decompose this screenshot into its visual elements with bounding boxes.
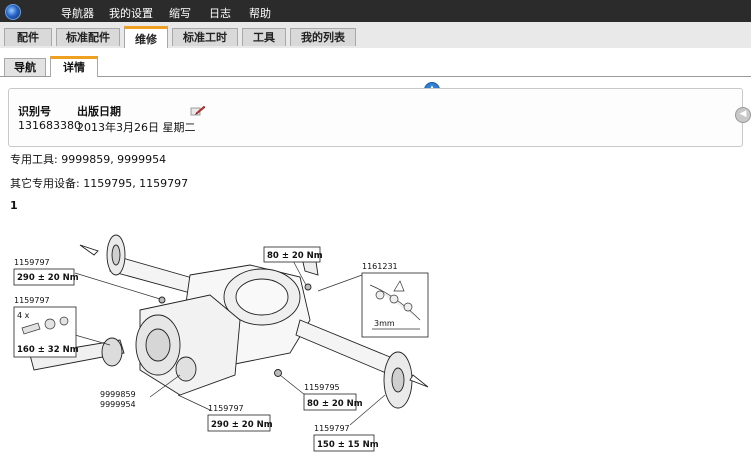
callout-3-torque: 80 — [267, 251, 279, 261]
tab-parts[interactable]: 配件 — [4, 28, 52, 46]
callout-1-torque: 290 — [17, 273, 35, 283]
callout-5-torque: 80 — [307, 399, 319, 409]
callout-4-part: 1161231 — [362, 262, 398, 271]
app-logo-icon — [5, 4, 21, 20]
tab-standard-hours[interactable]: 标准工时 — [172, 28, 238, 46]
menu-abbreviations[interactable]: 缩写 — [169, 5, 191, 21]
callout-7-torque: 150 — [317, 440, 335, 450]
callout-1-part: 1159797 — [14, 258, 50, 267]
menu-log[interactable]: 日志 — [209, 5, 231, 21]
tab-my-list[interactable]: 我的列表 — [290, 28, 356, 46]
main-tab-bar: 配件 标准配件 维修 标准工时 工具 我的列表 — [0, 22, 751, 49]
callout-2-qty: 4 x — [17, 311, 30, 320]
callout-3-tolerance: ± 20 Nm — [282, 251, 323, 261]
sub-tab-bar: 导航 详情 — [0, 48, 751, 77]
tool-2-number: 9999954 — [100, 400, 136, 409]
callout-2-part: 1159797 — [14, 296, 50, 305]
callout-7-part: 1159797 — [314, 424, 350, 433]
tab-standard-parts[interactable]: 标准配件 — [56, 28, 120, 46]
subtab-details[interactable]: 详情 — [50, 56, 98, 77]
callout-4-gap: 3mm — [374, 319, 395, 328]
callout-6-torque: 290 — [211, 420, 229, 430]
svg-text:290 ± 20 Nm: 290 ± 20 Nm — [211, 420, 273, 430]
step-number: 1 — [10, 199, 18, 212]
callout-6-tolerance: ± 20 Nm — [232, 420, 273, 430]
svg-text:80 ± 20 Nm: 80 ± 20 Nm — [307, 399, 363, 409]
axle-assembly-diagram: 1159797 290 ± 20 Nm 1159797 4 x 160 ± 32… — [13, 234, 429, 452]
other-equipment-text: 其它专用设备: 1159795, 1159797 — [10, 177, 189, 190]
svg-text:160 ± 32 Nm: 160 ± 32 Nm — [17, 345, 79, 355]
edit-pencil-icon[interactable] — [190, 104, 206, 118]
date-label: 出版日期 — [77, 105, 121, 118]
svg-text:150 ± 15 Nm: 150 ± 15 Nm — [317, 440, 379, 450]
date-value: 2013年3月26日 星期二 — [77, 121, 196, 134]
subtab-navigation[interactable]: 导航 — [4, 58, 46, 76]
tab-repair[interactable]: 维修 — [124, 26, 168, 48]
special-tools-text: 专用工具: 9999859, 9999954 — [10, 153, 167, 166]
menu-help[interactable]: 帮助 — [249, 5, 271, 21]
id-label: 识别号 — [18, 105, 51, 118]
callout-2-tolerance: ± 32 Nm — [38, 345, 79, 355]
tool-1-number: 9999859 — [100, 390, 136, 399]
callout-1-tolerance: ± 20 Nm — [38, 273, 79, 283]
menu-my-settings[interactable]: 我的设置 — [109, 5, 153, 21]
callout-7-tolerance: ± 15 Nm — [338, 440, 379, 450]
tab-tools[interactable]: 工具 — [242, 28, 286, 46]
svg-text:290 ± 20 Nm: 290 ± 20 Nm — [17, 273, 79, 283]
callout-5-tolerance: ± 20 Nm — [322, 399, 363, 409]
menu-navigator[interactable]: 导航器 — [61, 5, 94, 21]
callout-2-torque: 160 — [17, 345, 35, 355]
menubar: 导航器 我的设置 缩写 日志 帮助 — [0, 0, 751, 22]
svg-text:80 ± 20 Nm: 80 ± 20 Nm — [267, 251, 323, 261]
callout-6-part: 1159797 — [208, 404, 244, 413]
id-value: 131683380 — [18, 119, 81, 132]
back-arrow-icon[interactable]: ◀ — [735, 107, 751, 123]
callout-5-part: 1159795 — [304, 383, 340, 392]
